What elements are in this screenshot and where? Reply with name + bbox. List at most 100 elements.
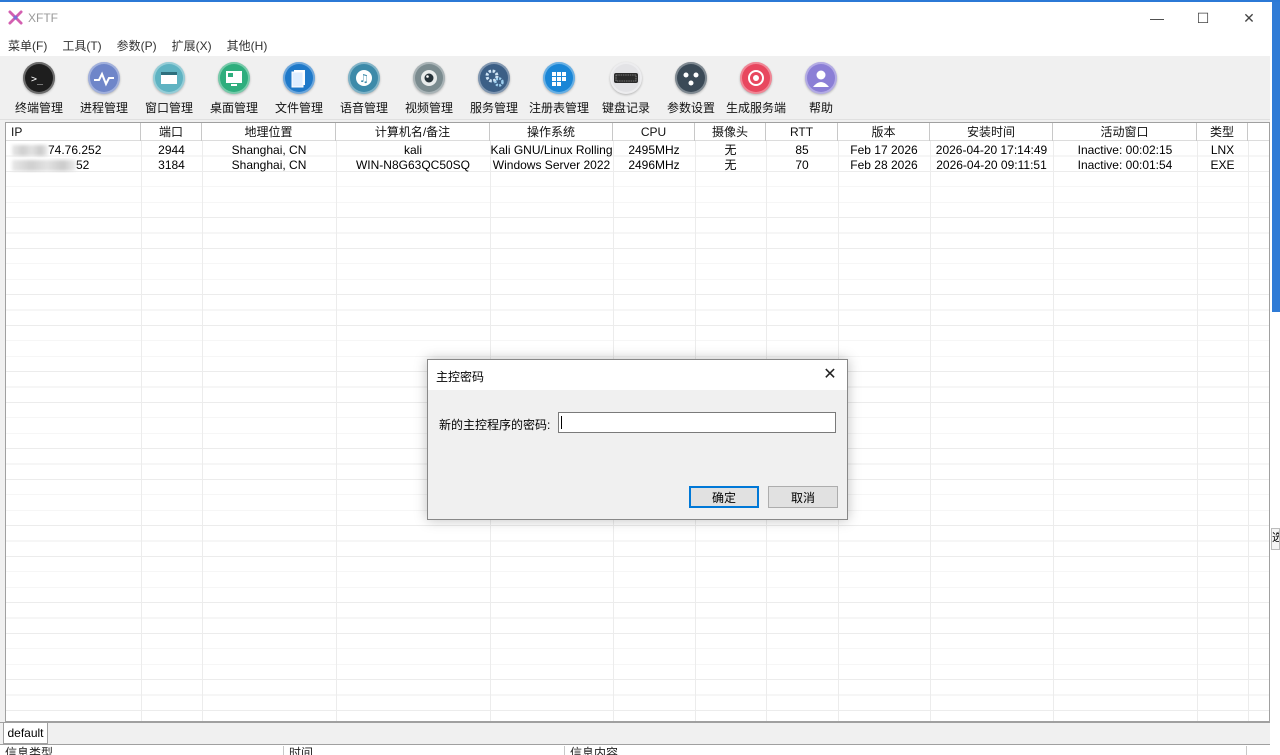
- dialog-title: 主控密码: [436, 370, 485, 384]
- menu-tools[interactable]: 工具(T): [54, 34, 108, 56]
- column-os[interactable]: 操作系统: [490, 123, 613, 141]
- dialog-title-bar: 主控密码 ✕: [428, 360, 847, 390]
- cell-camera: 无: [724, 143, 737, 157]
- cell-location: Shanghai, CN: [231, 143, 307, 157]
- window-manage-button[interactable]: 窗口管理: [137, 60, 201, 118]
- desktop-label: 桌面管理: [209, 101, 258, 115]
- column-computer-name[interactable]: 计算机名/备注: [336, 123, 490, 141]
- column-version[interactable]: 版本: [838, 123, 930, 141]
- close-window-button[interactable]: ✕: [1226, 2, 1272, 34]
- registry-icon: [543, 62, 575, 94]
- column-type[interactable]: 类型: [1197, 123, 1248, 141]
- cell-port: 2944: [158, 143, 185, 157]
- cell-computer-name: kali: [403, 143, 422, 157]
- desktop-button[interactable]: 桌面管理: [202, 60, 266, 118]
- cell-camera: 无: [724, 158, 737, 172]
- log-column-type[interactable]: 信息类型: [0, 746, 284, 755]
- dialog-close-icon[interactable]: ✕: [819, 364, 841, 386]
- build-server-label: 生成服务端: [725, 101, 786, 115]
- build-icon: [740, 62, 772, 94]
- cell-version: Feb 17 2026: [850, 143, 918, 157]
- column-cpu[interactable]: CPU: [613, 123, 695, 141]
- toolbar: >_ 终端管理 进程管理 窗口管理 桌面管理 文件管理 ♫ 语音管理 视频管理 …: [0, 56, 1270, 120]
- help-icon: [805, 62, 837, 94]
- process-label: 进程管理: [79, 101, 128, 115]
- cell-computer-name: WIN-N8G63QC50SQ: [355, 158, 471, 172]
- tab-strip: default: [0, 722, 1270, 744]
- service-button[interactable]: 服务管理: [462, 60, 526, 118]
- video-icon: [413, 62, 445, 94]
- menu-file[interactable]: 菜单(F): [0, 34, 54, 56]
- app-logo-icon: [8, 10, 23, 25]
- menu-other[interactable]: 其他(H): [219, 34, 275, 56]
- column-ip[interactable]: IP: [6, 123, 141, 141]
- cell-active-window: Inactive: 00:01:54: [1077, 158, 1173, 172]
- settings-button[interactable]: 参数设置: [659, 60, 723, 118]
- cell-cpu: 2495MHz: [628, 143, 680, 157]
- log-column-time[interactable]: 时间: [284, 746, 565, 755]
- terminal-button[interactable]: >_ 终端管理: [7, 60, 71, 118]
- column-location[interactable]: 地理位置: [202, 123, 336, 141]
- log-column-content[interactable]: 信息内容: [565, 746, 1247, 755]
- cell-version: Feb 28 2026: [850, 158, 918, 172]
- file-button[interactable]: 文件管理: [267, 60, 331, 118]
- password-dialog: 主控密码 ✕ 新的主控程序的密码: 确定 取消: [427, 359, 848, 520]
- column-active-window[interactable]: 活动窗口: [1053, 123, 1197, 141]
- menu-params[interactable]: 参数(P): [109, 34, 164, 56]
- window-title: XFTF: [28, 11, 58, 25]
- cell-os: Windows Server 2022: [492, 158, 611, 172]
- cell-rtt: 70: [795, 158, 809, 172]
- text-caret: [561, 416, 562, 429]
- keyboard-icon: [610, 62, 642, 94]
- table-row[interactable]: 52 3184 Shanghai, CN WIN-N8G63QC50SQ Win…: [6, 158, 1269, 173]
- window-manage-label: 窗口管理: [144, 101, 193, 115]
- title-bar: XFTF — ☐ ✕: [0, 2, 1270, 34]
- ip-text: 74.76.252: [48, 143, 102, 157]
- build-server-button[interactable]: 生成服务端: [724, 60, 788, 118]
- window-icon: [153, 62, 185, 94]
- cell-os: Kali GNU/Linux Rolling: [490, 143, 613, 157]
- audio-button[interactable]: ♫ 语音管理: [332, 60, 396, 118]
- tab-default[interactable]: default: [3, 723, 48, 744]
- svg-text:>_: >_: [31, 74, 44, 85]
- video-button[interactable]: 视频管理: [397, 60, 461, 118]
- file-label: 文件管理: [274, 101, 323, 115]
- column-camera[interactable]: 摄像头: [695, 123, 766, 141]
- settings-label: 参数设置: [666, 101, 715, 115]
- table-row[interactable]: 74.76.252 2944 Shanghai, CN kali Kali GN…: [6, 143, 1269, 158]
- password-label: 新的主控程序的密码:: [439, 418, 551, 432]
- svg-text:♫: ♫: [359, 72, 369, 85]
- cell-ip: 52: [6, 158, 141, 173]
- column-port[interactable]: 端口: [141, 123, 202, 141]
- ip-text: 52: [76, 158, 90, 172]
- ok-button[interactable]: 确定: [689, 486, 759, 508]
- registry-label: 注册表管理: [528, 101, 589, 115]
- terminal-icon: >_: [23, 62, 55, 94]
- registry-button[interactable]: 注册表管理: [527, 60, 591, 118]
- cell-type: EXE: [1210, 158, 1235, 172]
- process-icon: [88, 62, 120, 94]
- cancel-button[interactable]: 取消: [768, 486, 838, 508]
- keylog-button[interactable]: 键盘记录: [594, 60, 658, 118]
- terminal-label: 终端管理: [14, 101, 63, 115]
- cell-type: LNX: [1210, 143, 1235, 157]
- desktop-icon: [218, 62, 250, 94]
- side-edge-glyph: 选: [1271, 528, 1280, 550]
- maximize-button[interactable]: ☐: [1180, 2, 1226, 34]
- process-button[interactable]: 进程管理: [72, 60, 136, 118]
- column-rtt[interactable]: RTT: [766, 123, 838, 141]
- video-label: 视频管理: [404, 101, 453, 115]
- minimize-button[interactable]: —: [1134, 2, 1180, 34]
- column-install-time[interactable]: 安装时间: [930, 123, 1053, 141]
- help-button[interactable]: 帮助: [789, 60, 853, 118]
- log-header: 信息类型 时间 信息内容: [0, 744, 1270, 755]
- help-label: 帮助: [808, 101, 833, 115]
- password-input[interactable]: [558, 412, 836, 433]
- settings-icon: [675, 62, 707, 94]
- cell-location: Shanghai, CN: [231, 158, 307, 172]
- cell-cpu: 2496MHz: [628, 158, 680, 172]
- menu-extend[interactable]: 扩展(X): [164, 34, 219, 56]
- cell-port: 3184: [158, 158, 185, 172]
- audio-icon: ♫: [348, 62, 380, 94]
- table-header: IP 端口 地理位置 计算机名/备注 操作系统 CPU 摄像头 RTT 版本 安…: [6, 123, 1269, 141]
